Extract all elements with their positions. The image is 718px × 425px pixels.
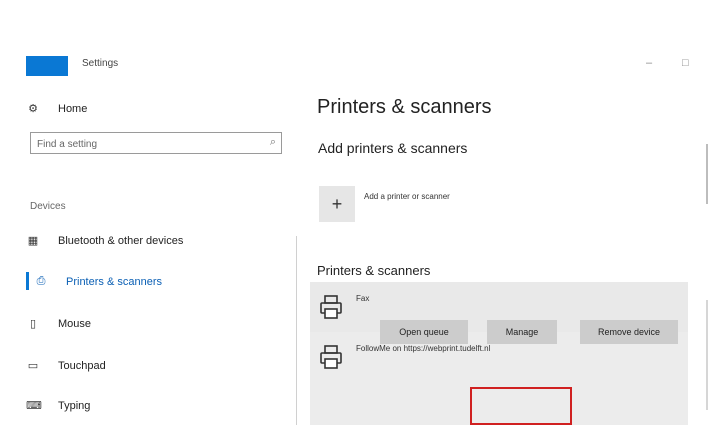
printer-icon (320, 295, 342, 319)
sidebar-item-bluetooth[interactable]: ▦ Bluetooth & other devices (26, 234, 184, 248)
section-label-devices: Devices (30, 201, 66, 212)
add-printers-heading: Add printers & scanners (318, 140, 468, 156)
scrollbar-track[interactable] (706, 300, 708, 410)
sidebar-item-label: Printers & scanners (66, 275, 162, 288)
printer-name: FollowMe on https://webprint.tudelft.nl (356, 344, 491, 353)
sidebar-item-touchpad[interactable]: ▭ Touchpad (26, 359, 106, 373)
maximize-button[interactable]: □ (682, 57, 689, 69)
sidebar-item-label: Bluetooth & other devices (58, 234, 184, 247)
sidebar-item-printers[interactable]: ⎙ Printers & scanners (34, 275, 162, 288)
printer-icon (320, 345, 342, 369)
printers-list-heading: Printers & scanners (317, 263, 431, 278)
printer-name: Fax (356, 294, 370, 303)
home-nav-item[interactable]: ⚙ Home (26, 102, 88, 116)
keyboard-icon: ⌨ (26, 400, 42, 412)
mouse-icon: ▯ (29, 318, 37, 330)
printer-icon: ⎙ (36, 275, 46, 287)
sidebar-item-label: Typing (58, 399, 91, 412)
open-queue-button[interactable]: Open queue (380, 320, 468, 344)
search-icon[interactable]: ⌕ (270, 136, 276, 149)
sidebar-divider (296, 236, 297, 425)
sidebar-item-typing[interactable]: ⌨ Typing (26, 399, 91, 413)
app-icon (26, 56, 68, 76)
sidebar: ⚙ Home ⌕ Devices ▦ Bluetooth & other dev… (0, 80, 300, 425)
remove-device-button[interactable]: Remove device (580, 320, 678, 344)
title-bar: Settings – □ (0, 0, 718, 80)
active-indicator (26, 272, 29, 290)
scrollbar[interactable] (706, 144, 708, 204)
window-title: Settings (82, 58, 119, 69)
bluetooth-devices-icon: ▦ (27, 235, 39, 247)
main-content: Printers & scanners Add printers & scann… (300, 80, 718, 425)
home-label: Home (58, 102, 88, 115)
manage-button[interactable]: Manage (487, 320, 557, 344)
search-input[interactable] (35, 135, 259, 153)
minimize-button[interactable]: – (646, 57, 652, 69)
sidebar-item-mouse[interactable]: ▯ Mouse (26, 317, 92, 331)
search-box[interactable]: ⌕ (30, 132, 282, 154)
add-printer-button[interactable]: + (319, 186, 355, 222)
home-gear-icon: ⚙ (28, 103, 38, 115)
add-printer-label[interactable]: Add a printer or scanner (364, 192, 450, 201)
touchpad-icon: ▭ (27, 360, 39, 372)
page-title: Printers & scanners (317, 96, 492, 118)
printer-row-followme[interactable]: FollowMe on https://webprint.tudelft.nl (310, 332, 688, 425)
sidebar-item-label: Mouse (58, 317, 92, 330)
sidebar-item-label: Touchpad (58, 359, 106, 372)
plus-icon: + (331, 193, 343, 214)
